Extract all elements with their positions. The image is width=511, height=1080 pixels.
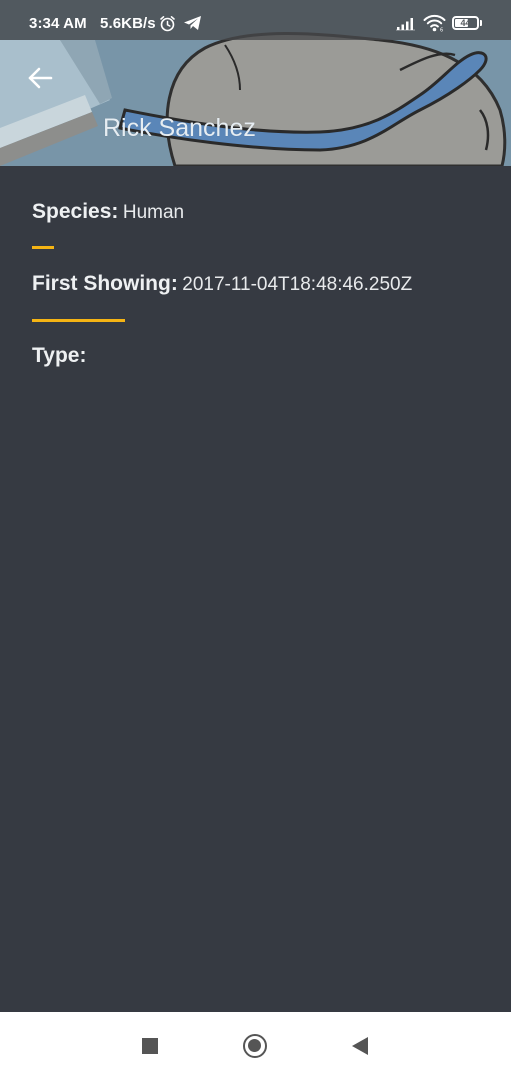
species-value: Human — [122, 202, 185, 223]
species-row: Species: Human — [32, 200, 184, 224]
battery-icon: 44 — [452, 16, 479, 30]
first-showing-value: 2017-11-04T18:48:46.250Z — [182, 274, 413, 295]
character-detail-screen: 3:34 AM 5.6KB/s 6 44 Rick Sanchez Specie… — [0, 0, 511, 1080]
svg-text:6: 6 — [440, 28, 443, 33]
alarm-icon — [160, 16, 175, 32]
status-network-speed: 5.6KB/s — [100, 15, 156, 32]
type-row: Type: — [32, 344, 86, 368]
system-back-button[interactable] — [340, 1028, 380, 1064]
species-label: Species: — [32, 200, 119, 223]
back-triangle-icon — [352, 1037, 368, 1055]
back-button[interactable] — [20, 58, 60, 98]
accent-divider — [32, 246, 54, 249]
status-time: 3:34 AM — [29, 15, 87, 32]
recents-button[interactable] — [130, 1028, 170, 1064]
arrow-left-icon — [28, 67, 53, 89]
type-label: Type: — [32, 344, 87, 367]
status-bar: 3:34 AM 5.6KB/s 6 44 — [0, 0, 511, 40]
signal-icon — [396, 18, 415, 31]
navigation-bar — [0, 1012, 511, 1080]
battery-tip — [480, 20, 482, 26]
page-title: Rick Sanchez — [103, 114, 256, 142]
first-showing-row: First Showing: 2017-11-04T18:48:46.250Z — [32, 272, 412, 296]
first-showing-label: First Showing: — [32, 272, 178, 295]
home-circle-icon — [243, 1034, 267, 1058]
accent-divider — [32, 319, 125, 322]
recents-square-icon — [142, 1038, 158, 1054]
wifi-icon: 6 — [423, 14, 446, 32]
battery-percentage: 44 — [460, 18, 471, 28]
home-button[interactable] — [235, 1028, 275, 1064]
telegram-icon — [184, 16, 201, 30]
